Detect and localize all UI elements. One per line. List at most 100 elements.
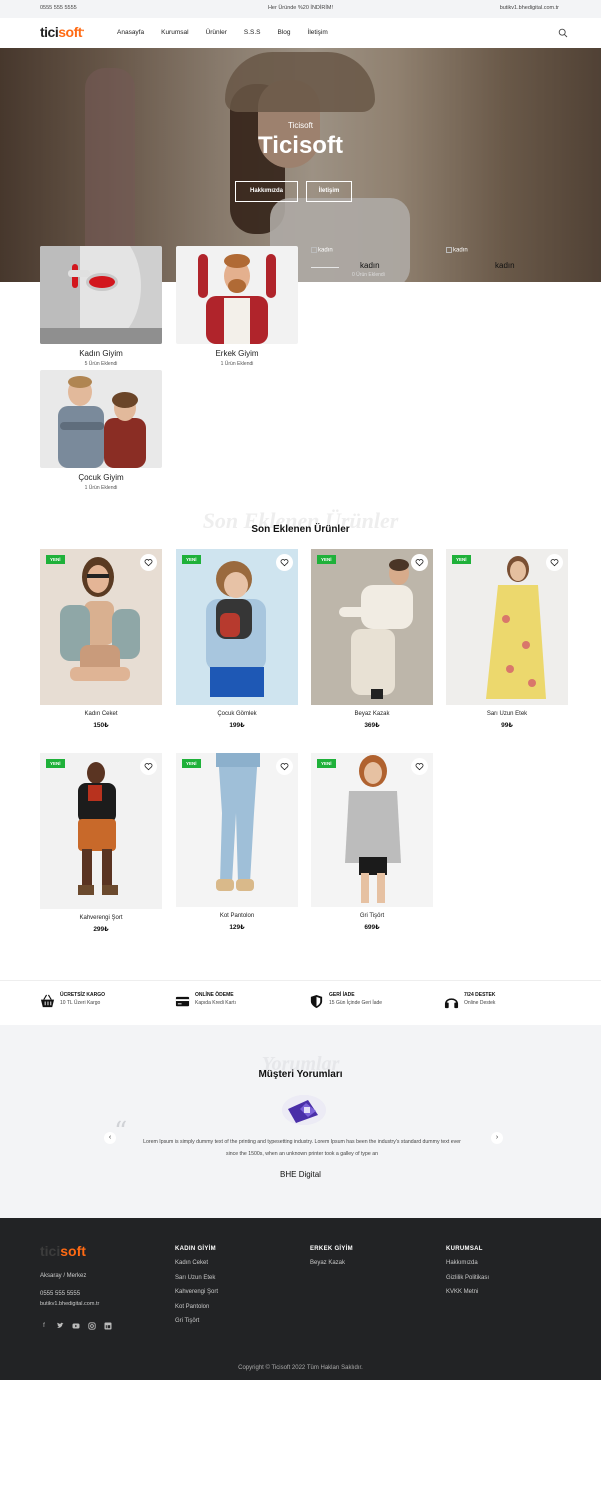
review-author: BHE Digital bbox=[280, 1170, 321, 1179]
new-badge: YENİ bbox=[317, 555, 336, 564]
new-badge: YENİ bbox=[46, 555, 65, 564]
footer-phone[interactable]: 0555 555 5555 bbox=[40, 1291, 80, 1297]
nav-item-contact[interactable]: İletişim bbox=[308, 29, 328, 36]
product-name[interactable]: Sarı Uzun Etek bbox=[446, 711, 568, 717]
product-name[interactable]: Kadın Ceket bbox=[40, 711, 162, 717]
footer-link[interactable]: Gri Tişört bbox=[175, 1318, 218, 1324]
category-image-kids bbox=[40, 370, 162, 468]
new-badge: YENİ bbox=[317, 759, 336, 768]
reviews-next-button[interactable]: › bbox=[491, 1132, 503, 1144]
broken-image-icon bbox=[446, 247, 452, 253]
new-badge: YENİ bbox=[452, 555, 471, 564]
twitter-icon[interactable] bbox=[56, 1322, 64, 1330]
product-image[interactable] bbox=[176, 549, 298, 705]
nav-item-blog[interactable]: Blog bbox=[278, 29, 291, 36]
nav-item-home[interactable]: Anasayfa bbox=[117, 29, 144, 36]
footer-column-men: ERKEK GİYİM Beyaz Kazak bbox=[310, 1246, 353, 1266]
footer-address: Aksaray / Merkez bbox=[40, 1273, 87, 1279]
category-card-kids[interactable]: Çocuk Giyim 1 Ürün Eklendi bbox=[40, 370, 162, 495]
product-card[interactable]: YENİ Gri Tişört 699₺ bbox=[311, 753, 433, 938]
basket-icon bbox=[40, 994, 55, 1008]
footer-link[interactable]: Sarı Uzun Etek bbox=[175, 1275, 218, 1281]
category-count-women: 5 Ürün Eklendi bbox=[84, 361, 118, 367]
favorite-button[interactable] bbox=[276, 758, 293, 775]
favorite-button[interactable] bbox=[411, 758, 428, 775]
new-badge: YENİ bbox=[182, 759, 201, 768]
reviews-title: Müşteri Yorumları bbox=[258, 1069, 343, 1080]
social-links: f bbox=[40, 1322, 112, 1330]
product-name[interactable]: Beyaz Kazak bbox=[311, 711, 433, 717]
footer-logo[interactable]: ticisoft bbox=[40, 1243, 86, 1259]
product-name[interactable]: Gri Tişört bbox=[311, 913, 433, 919]
footer-link[interactable]: Kahverengi Şort bbox=[175, 1289, 218, 1295]
logo-accent-text: soft bbox=[58, 24, 82, 40]
new-badge: YENİ bbox=[46, 759, 65, 768]
product-price: 199₺ bbox=[229, 722, 245, 729]
product-name[interactable]: Kahverengi Şort bbox=[40, 915, 162, 921]
footer-link[interactable]: Kot Pantolon bbox=[175, 1304, 218, 1310]
heart-icon bbox=[144, 559, 153, 567]
broken-image-kadin-1[interactable]: kadın bbox=[311, 247, 333, 254]
product-image[interactable] bbox=[446, 549, 568, 705]
product-card[interactable]: YENİ Çocuk Gömlek 199₺ bbox=[176, 549, 298, 734]
heart-icon bbox=[550, 559, 559, 567]
product-image[interactable] bbox=[176, 753, 298, 907]
instagram-icon[interactable] bbox=[88, 1322, 96, 1330]
footer-link[interactable]: Kadın Ceket bbox=[175, 1260, 218, 1266]
heart-icon bbox=[415, 559, 424, 567]
site-logo[interactable]: ticisoft● bbox=[40, 24, 84, 40]
category-image-women bbox=[40, 246, 162, 344]
category-count-kids: 1 Ürün Eklendi bbox=[84, 485, 118, 491]
product-image[interactable] bbox=[40, 753, 162, 909]
broken-image-kadin-2[interactable]: kadın bbox=[446, 247, 468, 254]
product-price: 299₺ bbox=[93, 926, 109, 933]
favorite-button[interactable] bbox=[276, 554, 293, 571]
product-image[interactable] bbox=[40, 549, 162, 705]
footer-link[interactable]: Beyaz Kazak bbox=[310, 1260, 353, 1266]
search-icon[interactable] bbox=[558, 28, 568, 38]
product-card[interactable]: YENİ Sarı Uzun Etek 99₺ bbox=[446, 549, 568, 734]
product-price: 699₺ bbox=[364, 924, 380, 931]
footer-link[interactable]: KVKK Metni bbox=[446, 1289, 489, 1295]
product-name[interactable]: Kot Pantolon bbox=[176, 913, 298, 919]
category-name-women: Kadın Giyim bbox=[79, 349, 123, 358]
headphones-icon bbox=[444, 998, 459, 1009]
product-name[interactable]: Çocuk Gömlek bbox=[176, 711, 298, 717]
footer-link[interactable]: Hakkımızda bbox=[446, 1260, 489, 1266]
product-image[interactable] bbox=[311, 753, 433, 907]
category-card-women[interactable]: Kadın Giyim 5 Ürün Eklendi bbox=[40, 246, 162, 371]
hero-subtitle: Ticisoft bbox=[287, 121, 314, 130]
nav-item-faq[interactable]: S.S.S bbox=[244, 29, 261, 36]
facebook-icon[interactable]: f bbox=[40, 1322, 48, 1330]
category-count-kadin-1: 0 Ürün Eklendi bbox=[352, 272, 385, 278]
product-card[interactable]: YENİ Kahverengi Şort 299₺ bbox=[40, 753, 162, 938]
linkedin-icon[interactable] bbox=[104, 1322, 112, 1330]
category-label-kadin-2[interactable]: kadın bbox=[495, 261, 515, 270]
category-name-men: Erkek Giyim bbox=[215, 349, 259, 358]
heart-icon bbox=[280, 559, 289, 567]
favorite-button[interactable] bbox=[411, 554, 428, 571]
navbar: ticisoft● Anasayfa Kurumsal Ürünler S.S.… bbox=[0, 18, 601, 48]
nav-item-corporate[interactable]: Kurumsal bbox=[161, 29, 188, 36]
product-card[interactable]: YENİ Kadın Ceket 150₺ bbox=[40, 549, 162, 734]
footer-email[interactable]: butikv1.bhedigital.com.tr bbox=[40, 1301, 99, 1307]
new-badge: YENİ bbox=[182, 555, 201, 564]
product-price: 369₺ bbox=[364, 722, 380, 729]
favorite-button[interactable] bbox=[140, 554, 157, 571]
youtube-icon[interactable] bbox=[72, 1322, 80, 1330]
category-card-men[interactable]: Erkek Giyim 1 Ürün Eklendi bbox=[176, 246, 298, 371]
product-price: 99₺ bbox=[501, 722, 513, 729]
hero-contact-button[interactable]: İletişim bbox=[306, 181, 352, 202]
product-card[interactable]: YENİ Beyaz Kazak 369₺ bbox=[311, 549, 433, 734]
hero-about-button[interactable]: Hakkımızda bbox=[235, 181, 298, 202]
logo-dot-icon: ● bbox=[81, 27, 84, 33]
nav-item-products[interactable]: Ürünler bbox=[206, 29, 227, 36]
category-label-kadin-1[interactable]: kadın bbox=[360, 261, 380, 270]
favorite-button[interactable] bbox=[546, 554, 563, 571]
product-card[interactable]: YENİ Kot Pantolon 129₺ bbox=[176, 753, 298, 938]
product-image[interactable] bbox=[311, 549, 433, 705]
top-email[interactable]: butikv1.bhedigital.com.tr bbox=[500, 5, 559, 11]
footer-link[interactable]: Gizlilik Politikası bbox=[446, 1275, 489, 1281]
favorite-button[interactable] bbox=[140, 758, 157, 775]
shield-icon bbox=[310, 994, 323, 1009]
